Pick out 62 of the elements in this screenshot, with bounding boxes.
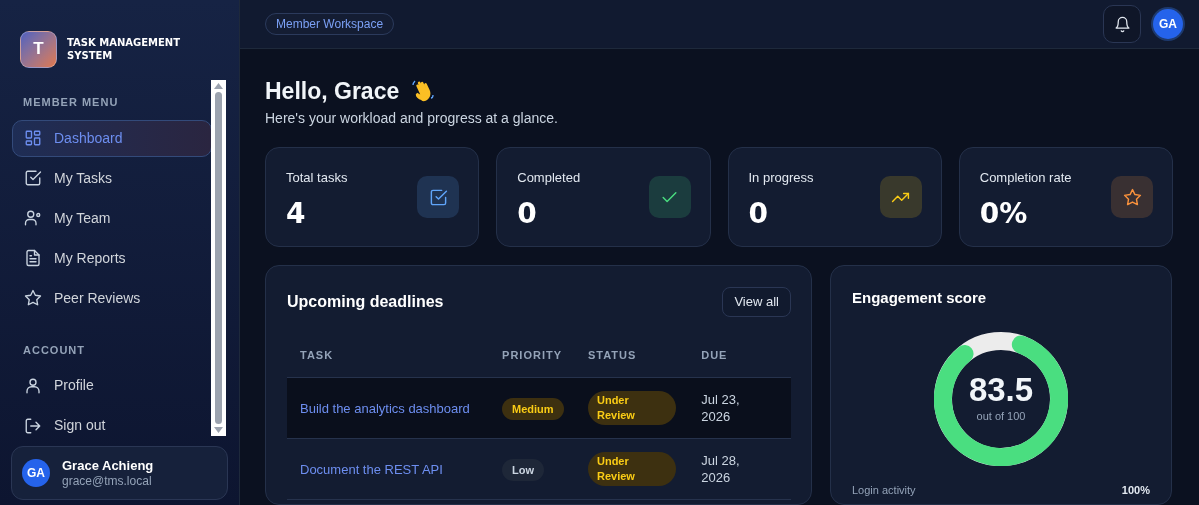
nav-item[interactable]: Profile — [12, 367, 212, 404]
checkbox-icon — [428, 187, 448, 207]
nav-item[interactable]: My Team — [12, 199, 212, 237]
user-email: grace@tms.local — [62, 473, 153, 489]
checkbox-icon — [24, 169, 42, 187]
greeting-title: Hello, Grace — [265, 77, 400, 105]
stat-label: Total tasks — [286, 169, 348, 187]
scrollbar[interactable] — [211, 80, 226, 436]
column-header: DUE — [701, 348, 729, 364]
profile-avatar[interactable]: GA — [1153, 9, 1183, 39]
star-icon — [24, 289, 42, 307]
priority-tag: Low — [502, 458, 545, 482]
column-header: PRIORITY — [502, 348, 563, 364]
stat-label: In progress — [748, 169, 814, 187]
users-icon — [24, 209, 42, 227]
waving-hand-icon — [411, 79, 436, 103]
workspace-badge: Member Workspace — [265, 13, 395, 35]
nav-item[interactable]: Dashboard — [12, 119, 212, 157]
sign-out-icon — [24, 416, 42, 435]
grid-icon — [24, 129, 42, 147]
stat-label: Completed — [517, 169, 581, 187]
table-row[interactable]: Build the analytics dashboard Medium Under Review Jul 23, 2026 — [287, 378, 791, 439]
priority-tag: Medium — [502, 397, 564, 421]
user-avatar: GA — [22, 459, 50, 487]
section-heading: MEMBER MENU — [22, 95, 120, 110]
scroll-up-icon[interactable] — [214, 83, 223, 89]
stat-value: 0 — [517, 195, 538, 232]
nav-item[interactable]: Sign out — [12, 407, 212, 444]
user-card[interactable]: GA Grace Achieng grace@tms.local — [11, 446, 228, 500]
panel-title: Upcoming deadlines — [287, 292, 444, 312]
notification-icon — [1113, 15, 1131, 33]
due-date: Jul 28, 2026 — [701, 452, 741, 486]
stat-value: 0 — [748, 195, 769, 232]
star-icon — [1122, 187, 1142, 207]
due-date: Jul 23, 2026 — [701, 391, 741, 425]
column-header: STATUS — [587, 348, 638, 364]
user-name: Grace Achieng — [62, 457, 154, 474]
stat-value: 4 — [286, 195, 307, 232]
stat-value: 0% — [979, 195, 1029, 232]
score-caption: out of 100 — [976, 409, 1026, 425]
logo-badge: T — [20, 30, 57, 68]
column-header: TASK — [300, 348, 335, 364]
metric-label: Login activity — [852, 482, 916, 498]
status-tag: Under Review — [587, 451, 676, 486]
user-icon — [24, 376, 42, 395]
status-tag: Under Review — [587, 390, 676, 425]
greeting-subtitle: Here's your workload and progress at a glance. — [265, 109, 559, 128]
view-all-button[interactable]: View all — [722, 287, 791, 317]
nav-item[interactable]: My Reports — [12, 239, 212, 277]
notification-button[interactable] — [1103, 5, 1141, 43]
scroll-down-icon[interactable] — [214, 427, 223, 433]
score-value: 83.5 — [968, 372, 1034, 409]
document-icon — [24, 249, 42, 267]
nav-item[interactable]: My Tasks — [12, 159, 212, 197]
section-heading: ACCOUNT — [22, 342, 86, 358]
panel-title: Engagement score — [852, 288, 988, 308]
metric-value: 100% — [1121, 482, 1150, 498]
task-link[interactable]: Build the analytics dashboard — [300, 401, 470, 416]
stat-label: Completion rate — [979, 169, 1072, 187]
task-link[interactable]: Document the REST API — [300, 462, 443, 477]
nav-item[interactable]: Peer Reviews — [12, 279, 212, 317]
app-name: TASK MANAGEMENT SYSTEM — [67, 36, 182, 62]
